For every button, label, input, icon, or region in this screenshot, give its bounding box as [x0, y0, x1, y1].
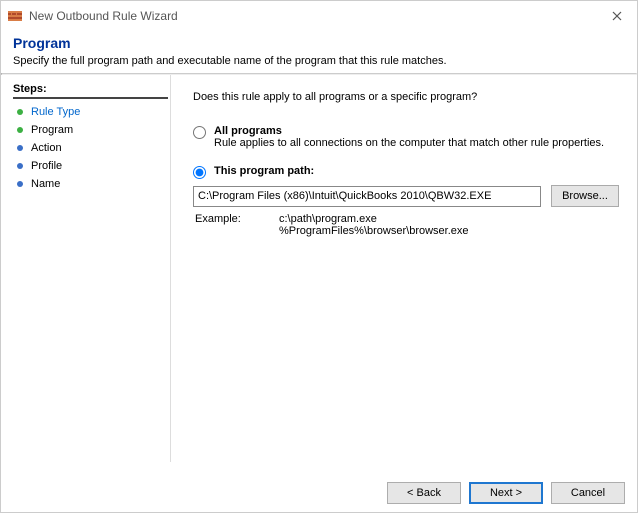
radio-all-programs[interactable]: [193, 126, 206, 139]
window-title: New Outbound Rule Wizard: [29, 9, 178, 23]
step-bullet-icon: [17, 163, 23, 169]
steps-panel: Steps: Rule Type Program Action Profile …: [1, 75, 171, 462]
titlebar: New Outbound Rule Wizard: [1, 1, 637, 31]
step-profile[interactable]: Profile: [13, 157, 162, 175]
browse-button[interactable]: Browse...: [551, 185, 619, 207]
example-row: Example: c:\path\program.exe %ProgramFil…: [193, 213, 619, 237]
option-all-title: All programs: [214, 125, 619, 137]
next-button[interactable]: Next >: [469, 482, 543, 504]
step-name[interactable]: Name: [13, 175, 162, 193]
step-rule-type[interactable]: Rule Type: [13, 103, 162, 121]
option-all-desc: Rule applies to all connections on the c…: [214, 137, 619, 149]
steps-list: Rule Type Program Action Profile Name: [13, 103, 162, 193]
content-panel: Does this rule apply to all programs or …: [171, 75, 637, 462]
wizard-header: Program Specify the full program path an…: [1, 31, 637, 73]
step-label: Rule Type: [31, 106, 80, 118]
page-title: Program: [13, 35, 625, 51]
page-subtitle: Specify the full program path and execut…: [13, 55, 625, 67]
option-all-programs: All programs Rule applies to all connect…: [193, 125, 619, 149]
radio-program-path[interactable]: [193, 166, 206, 179]
step-program[interactable]: Program: [13, 121, 162, 139]
close-button[interactable]: [597, 1, 637, 31]
step-bullet-icon: [17, 181, 23, 187]
question-text: Does this rule apply to all programs or …: [193, 91, 619, 103]
step-label: Program: [31, 124, 73, 136]
step-bullet-icon: [17, 109, 23, 115]
step-bullet-icon: [17, 145, 23, 151]
example-label: Example:: [193, 213, 279, 237]
program-path-input[interactable]: [193, 186, 541, 207]
firewall-icon: [7, 8, 23, 24]
step-action[interactable]: Action: [13, 139, 162, 157]
step-label: Profile: [31, 160, 62, 172]
option-program-path: This program path: Browse... Example: c:…: [193, 165, 619, 237]
option-path-title: This program path:: [214, 165, 619, 177]
cancel-button[interactable]: Cancel: [551, 482, 625, 504]
example-lines: c:\path\program.exe %ProgramFiles%\brows…: [279, 213, 469, 237]
step-label: Name: [31, 178, 60, 190]
step-bullet-icon: [17, 127, 23, 133]
back-button[interactable]: < Back: [387, 482, 461, 504]
steps-label: Steps:: [13, 83, 168, 99]
step-label: Action: [31, 142, 62, 154]
wizard-buttons: < Back Next > Cancel: [387, 482, 625, 504]
